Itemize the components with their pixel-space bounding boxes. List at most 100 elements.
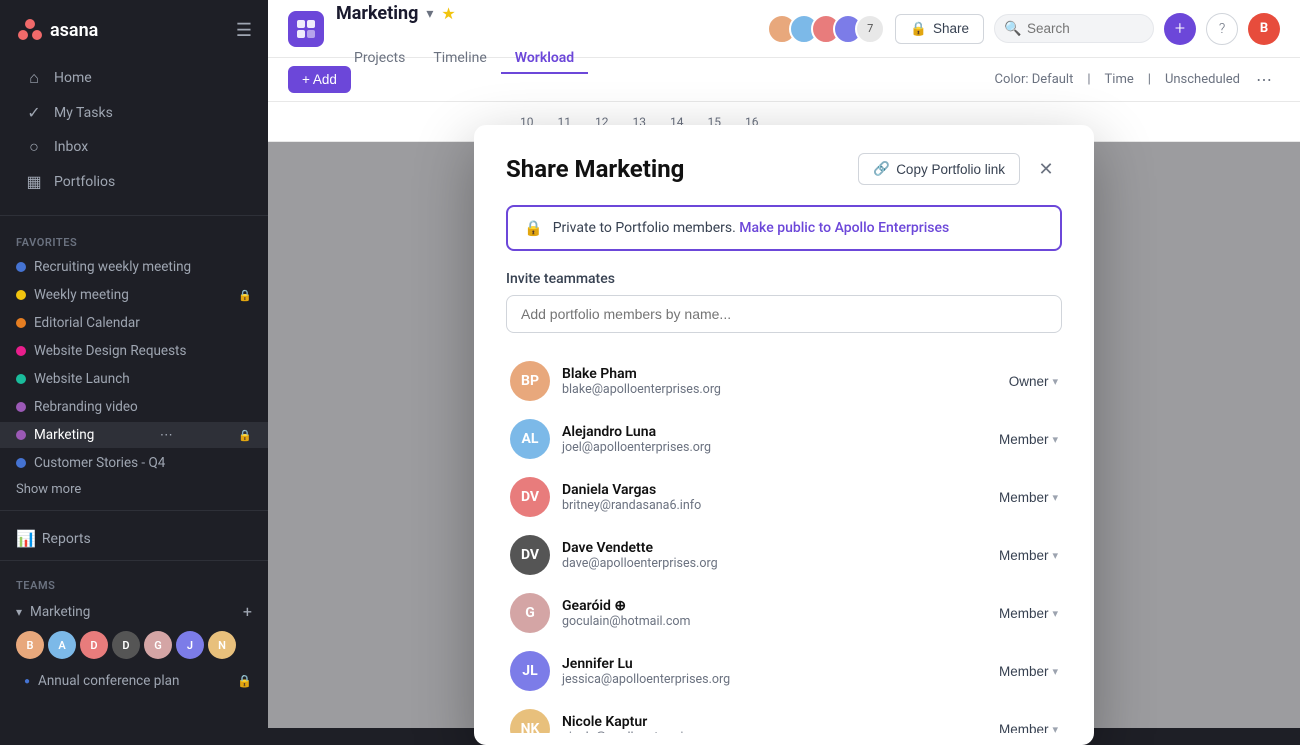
sidebar-item-weekly[interactable]: Weekly meeting 🔒 [0,282,268,308]
color-label[interactable]: Color: Default [995,72,1074,87]
tab-workload[interactable]: Workload [501,44,588,74]
member-row: AL Alejandro Luna joel@apolloenterprises… [506,411,1062,467]
search-input[interactable] [994,14,1154,43]
sidebar-mytasks-label: My Tasks [54,105,113,121]
project-icon [288,11,324,47]
sidebar-item-editorial[interactable]: Editorial Calendar [0,310,268,336]
sidebar-item-marketing[interactable]: Marketing ⋯ 🔒 [0,422,268,448]
add-button[interactable]: + [1164,13,1196,45]
role-dropdown[interactable]: Member ▾ [999,548,1058,563]
user-avatar[interactable]: B [1248,13,1280,45]
privacy-lock-icon: 🔒 [524,219,543,237]
sidebar: asana ☰ ⌂ Home ✓ My Tasks ○ Inbox ▦ Port… [0,0,268,728]
time-label[interactable]: Time [1105,72,1134,87]
title-chevron-icon[interactable]: ▾ [426,6,433,22]
chevron-down-icon: ▾ [1052,433,1058,446]
sidebar-item-inbox[interactable]: ○ Inbox [8,130,260,164]
sidebar-item-website-design[interactable]: Website Design Requests [0,338,268,364]
member-name: Dave Vendette [562,540,987,556]
project-lock-icon: 🔒 [237,674,252,688]
show-more-button[interactable]: Show more [0,477,268,502]
role-dropdown[interactable]: Owner ▾ [1009,374,1058,389]
invite-label: Invite teammates [506,271,1062,287]
role-dropdown[interactable]: Member ▾ [999,722,1058,734]
avatar: J [176,631,204,659]
sidebar-nav: ⌂ Home ✓ My Tasks ○ Inbox ▦ Portfolios [0,52,268,207]
copy-link-button[interactable]: 🔗 Copy Portfolio link [858,153,1020,185]
teams-section-title: Teams [0,569,268,596]
member-name: Daniela Vargas [562,482,987,498]
member-email: goculain@hotmail.com [562,614,987,629]
role-dropdown[interactable]: Member ▾ [999,664,1058,679]
help-button[interactable]: ? [1206,13,1238,45]
sidebar-portfolios-label: Portfolios [54,174,115,190]
sidebar-item-rebranding[interactable]: Rebranding video [0,394,268,420]
avatar: D [80,631,108,659]
share-modal: Share Marketing 🔗 Copy Portfolio link ✕ … [474,125,1094,745]
search-wrapper: 🔍 [994,14,1154,43]
sidebar-item-home[interactable]: ⌂ Home [8,61,260,95]
project-title-area: Marketing ▾ ★ Projects Timeline Workload [336,3,588,54]
role-dropdown[interactable]: Member ▾ [999,432,1058,447]
fav-rebranding-label: Rebranding video [34,399,138,415]
sidebar-item-recruiting[interactable]: Recruiting weekly meeting [0,254,268,280]
member-info: Dave Vendette dave@apolloenterprises.org [562,540,987,571]
sidebar-item-reports[interactable]: 📊 Reports [0,519,268,552]
role-dropdown[interactable]: Member ▾ [999,490,1058,505]
sidebar-team-marketing[interactable]: ▾ Marketing + [0,596,268,627]
add-project-icon[interactable]: + [243,602,252,621]
tab-timeline[interactable]: Timeline [419,44,500,74]
lock-icon: 🔒 [238,429,252,442]
chevron-down-icon: ▾ [1052,375,1058,388]
tab-projects[interactable]: Projects [340,44,419,74]
asana-logo-text: asana [50,20,98,41]
dot-icon [16,318,26,328]
sidebar-toggle-icon[interactable]: ☰ [236,20,252,41]
link-icon: 🔗 [873,161,890,177]
role-label: Member [999,606,1049,621]
star-icon[interactable]: ★ [441,4,455,23]
dot-icon [16,262,26,272]
unscheduled-label[interactable]: Unscheduled [1165,72,1240,87]
privacy-banner: 🔒 Private to Portfolio members. Make pub… [506,205,1062,251]
sidebar-item-website-launch[interactable]: Website Launch [0,366,268,392]
sidebar-project-annual-conference[interactable]: ● Annual conference plan 🔒 [0,667,268,695]
avatar: DV [510,477,550,517]
separator: | [1081,72,1096,87]
role-label: Member [999,490,1049,505]
role-dropdown[interactable]: Member ▾ [999,606,1058,621]
member-row: BP Blake Pham blake@apolloenterprises.or… [506,353,1062,409]
modal-close-button[interactable]: ✕ [1030,153,1062,185]
make-public-link[interactable]: Make public to Apollo Enterprises [739,220,949,236]
sidebar-inbox-label: Inbox [54,139,88,155]
main-content: Marketing ▾ ★ Projects Timeline Workload… [268,0,1300,728]
share-label: Share [933,21,969,36]
sidebar-item-portfolios[interactable]: ▦ Portfolios [8,165,260,198]
member-row: G Gearóid ⊕ goculain@hotmail.com Member … [506,585,1062,641]
fav-editorial-label: Editorial Calendar [34,315,140,331]
home-icon: ⌂ [24,68,44,88]
dot-icon [16,346,26,356]
more-icon[interactable]: ⋯ [160,428,173,443]
avatar: G [510,593,550,633]
sidebar-item-my-tasks[interactable]: ✓ My Tasks [8,96,260,129]
share-button[interactable]: 🔒 Share [895,14,984,44]
more-options-icon[interactable]: ⋯ [1248,70,1280,89]
asana-logo[interactable]: asana [16,16,98,44]
member-info: Nicole Kaptur nicole@apolloenterprises.o… [562,714,987,734]
member-info: Gearóid ⊕ goculain@hotmail.com [562,598,987,629]
dot-icon [16,458,26,468]
topbar-tabs: Projects Timeline Workload [340,24,588,54]
chevron-down-icon: ▾ [1052,549,1058,562]
invite-input[interactable] [506,295,1062,333]
avatar: DV [510,535,550,575]
member-name: Nicole Kaptur [562,714,987,730]
role-label: Member [999,722,1049,734]
lock-icon: 🔒 [910,21,927,37]
sidebar-item-customer-stories[interactable]: Customer Stories - Q4 [0,450,268,476]
dot-icon [16,374,26,384]
member-row: DV Daniela Vargas britney@randasana6.inf… [506,469,1062,525]
fav-website-launch-label: Website Launch [34,371,130,387]
team-avatars: B A D D G J N [0,627,268,667]
privacy-text: Private to Portfolio members. Make publi… [553,220,950,236]
